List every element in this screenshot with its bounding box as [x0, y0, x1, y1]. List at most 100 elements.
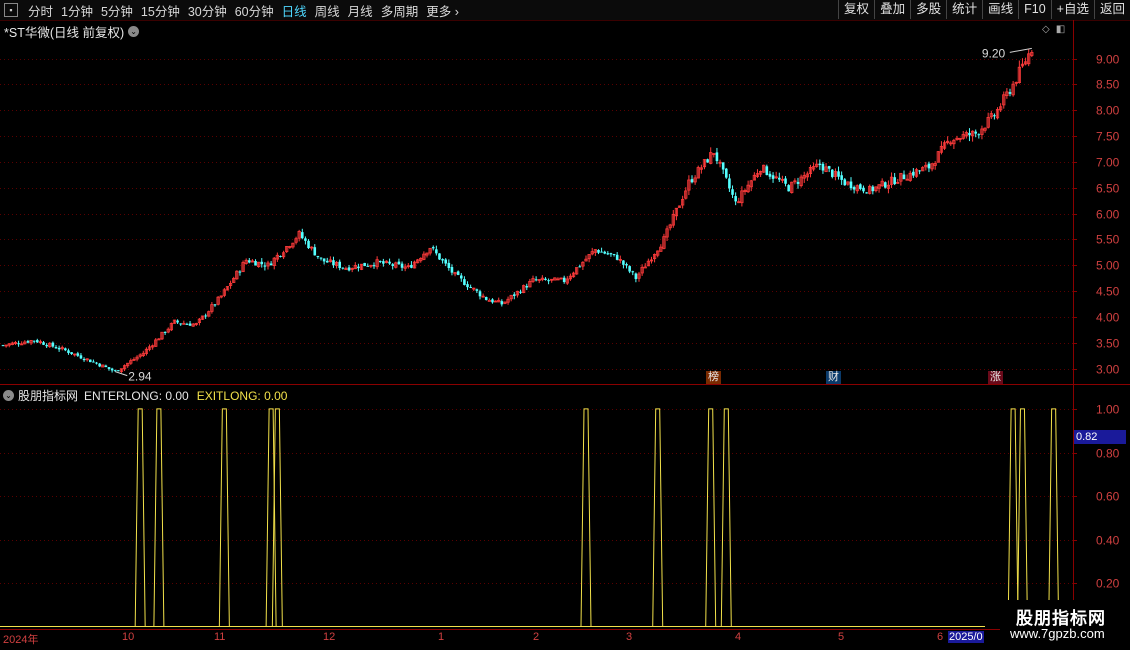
badge-cai[interactable]: 财	[826, 371, 841, 384]
exitlong-value: EXITLONG: 0.00	[196, 388, 288, 403]
date-axis: 2024年 10 11 12 1 2 3 4 5 6 2025/0	[0, 630, 1000, 646]
candle-body-down	[188, 323, 192, 326]
candle-body-down	[603, 251, 607, 254]
candle-body-down	[968, 132, 971, 136]
candle-body-down	[837, 171, 840, 177]
candle-body-down	[45, 345, 48, 347]
candle-body-down	[366, 265, 370, 267]
candle-body-down	[525, 286, 529, 288]
current-date-label: 2025/0	[948, 631, 984, 643]
candle-body-down	[204, 315, 207, 317]
candle-body-down	[98, 363, 101, 367]
stock-title: *ST华微(日线 前复权) ⌄	[4, 22, 140, 41]
candle-body-down	[238, 271, 242, 273]
candle-body-down	[478, 291, 482, 297]
enterlong-signal-spike	[1007, 408, 1019, 627]
candle-body-down	[484, 297, 488, 300]
candle-body-down	[768, 173, 772, 177]
candle-body-down	[110, 368, 114, 371]
candle-body-down	[871, 186, 875, 192]
candle-body-down	[70, 352, 73, 355]
candle-body-down	[76, 353, 80, 356]
candle-body-down	[357, 266, 360, 269]
candle-body-up	[182, 322, 186, 325]
candle-body-down	[247, 260, 251, 263]
chart-controls: ◇ ◧	[1042, 24, 1065, 35]
candle-body-down	[466, 284, 469, 288]
price-tick-label: 3.00	[1096, 363, 1120, 377]
price-tick-label: 8.00	[1096, 104, 1120, 118]
date-label: 6	[937, 631, 944, 643]
candle-body-down	[534, 279, 538, 281]
low-price-label: 2.94	[128, 370, 152, 384]
candle-body-down	[787, 185, 790, 192]
candle-body-down	[622, 260, 625, 265]
candle-body-up	[643, 266, 647, 269]
candle-body-down	[578, 266, 582, 268]
candle-body-down	[777, 177, 781, 180]
candle-body-down	[378, 260, 382, 262]
price-tick-label: 4.50	[1096, 285, 1120, 299]
candle-body-down	[491, 299, 494, 303]
enterlong-signal-spike	[1048, 408, 1060, 627]
candle-body-down	[104, 365, 108, 367]
candle-body-down	[79, 355, 83, 359]
candle-body-down	[634, 273, 638, 280]
candle-body-down	[631, 271, 635, 273]
candle-body-down	[731, 189, 734, 195]
candle-body-down	[447, 262, 451, 268]
price-tick-label: 4.00	[1096, 311, 1120, 325]
candle-body-down	[728, 178, 731, 189]
cursor-value-box: 0.82	[1074, 430, 1126, 444]
candle-body-down	[463, 279, 466, 285]
candle-body-down	[179, 323, 183, 325]
candle-body-down	[830, 169, 834, 177]
dropdown-circle-icon[interactable]: ⌄	[128, 26, 140, 37]
panel-toggle-icon[interactable]: ◧	[1056, 24, 1065, 35]
candle-body-down	[279, 255, 282, 257]
price-tick-label: 5.00	[1096, 259, 1120, 273]
candle-body-down	[92, 361, 95, 363]
candle-body-down	[974, 131, 978, 134]
enterlong-signal-spike	[134, 408, 146, 627]
indicator-tick-label: 0.60	[1096, 490, 1120, 504]
candle-body-down	[771, 175, 775, 179]
candle-body-down	[724, 168, 728, 178]
indicator-tick-label: 0.20	[1096, 577, 1120, 591]
indicator-menu-icon[interactable]: ⌄	[3, 390, 14, 401]
candle-body-down	[163, 331, 167, 333]
candle-body-down	[117, 370, 120, 372]
candle-body-down	[82, 359, 86, 361]
candle-body-down	[597, 249, 600, 253]
price-tick-label: 9.00	[1096, 53, 1120, 67]
candle-body-down	[459, 275, 463, 279]
candle-body-down	[615, 254, 619, 260]
candle-body-down	[313, 247, 317, 256]
candle-body-down	[441, 259, 444, 261]
candle-body-down	[918, 170, 921, 172]
candle-body-down	[307, 240, 310, 249]
candle-body-down	[843, 179, 847, 186]
diamond-icon[interactable]: ◇	[1042, 24, 1050, 35]
candle-body-down	[254, 261, 257, 266]
badge-zhang[interactable]: 涨	[988, 371, 1003, 384]
candle-body-down	[431, 247, 435, 249]
candle-body-down	[64, 348, 67, 351]
indicator-name: 股朋指标网	[18, 389, 79, 403]
candle-body-down	[765, 166, 769, 176]
candle-body-down	[325, 260, 329, 263]
kline-chart[interactable]: 3.00 3.50 4.00 4.50 5.00 5.50 6.00 6.50 7.00 7.50…	[0, 0, 1130, 650]
badge-bang[interactable]: 榜	[706, 371, 721, 384]
candle-body-down	[95, 362, 98, 364]
enterlong-signal-spike	[1016, 408, 1028, 627]
candle-body-down	[818, 163, 822, 165]
candle-body-down	[382, 261, 385, 264]
candle-body-down	[927, 163, 931, 169]
candle-body-down	[316, 255, 320, 258]
indicator-title: ⌄ 股朋指标网 ENTERLONG: 0.00 EXITLONG: 0.00	[3, 387, 287, 404]
indicator-tick-label: 1.00	[1096, 403, 1120, 417]
candle-body-down	[332, 260, 335, 266]
candle-body-down	[435, 249, 438, 254]
enterlong-signal-spike	[218, 408, 230, 627]
candle-body-down	[388, 261, 391, 264]
